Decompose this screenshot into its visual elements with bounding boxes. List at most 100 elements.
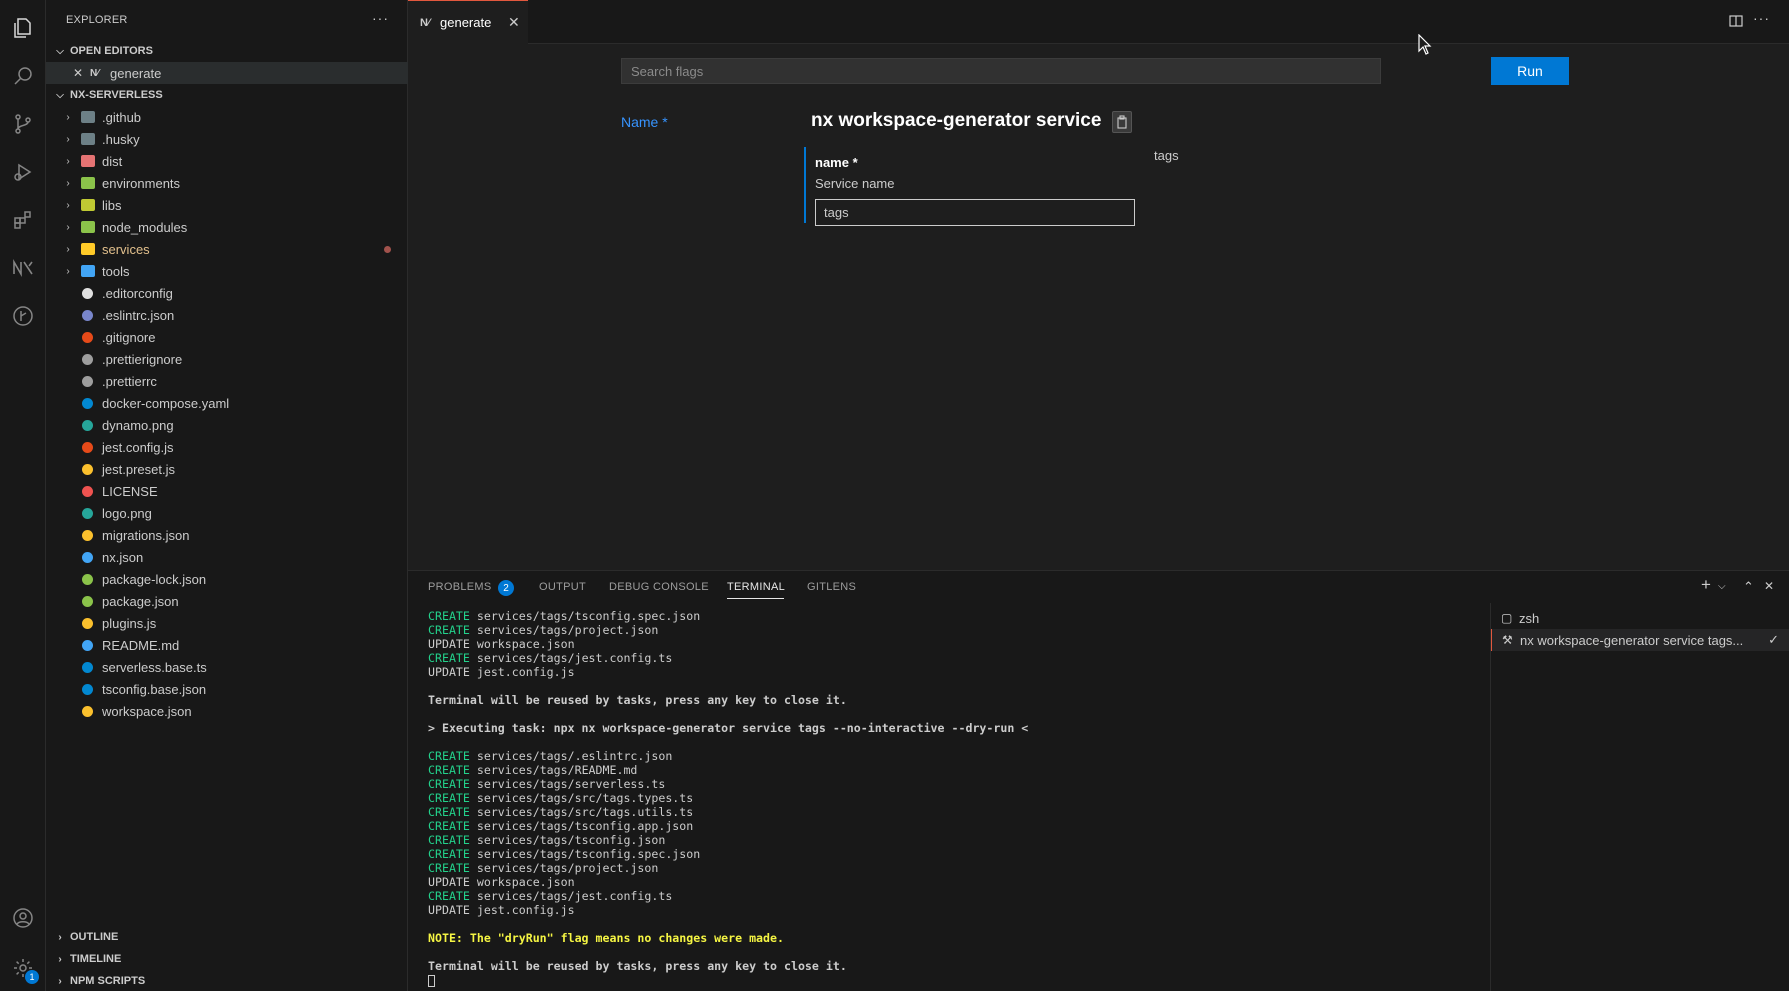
file-item[interactable]: workspace.json bbox=[46, 700, 408, 722]
tab-problems[interactable]: PROBLEMS bbox=[428, 581, 492, 593]
folder-item[interactable]: › tools bbox=[46, 260, 408, 282]
nav-name-link[interactable]: Name * bbox=[621, 114, 668, 130]
folder-item[interactable]: › .github bbox=[46, 106, 408, 128]
file-item[interactable]: .gitignore bbox=[46, 326, 408, 348]
copy-command-icon[interactable] bbox=[1112, 111, 1132, 133]
chevron-down-icon[interactable]: ⌵ bbox=[1718, 581, 1726, 592]
file-label: jest.config.js bbox=[102, 439, 174, 455]
folder-item[interactable]: › environments bbox=[46, 172, 408, 194]
open-editors-section[interactable]: ⌵ OPEN EDITORS bbox=[46, 40, 408, 62]
maximize-panel-icon[interactable]: ⌃ bbox=[1743, 579, 1754, 595]
file-label: dynamo.png bbox=[102, 417, 174, 433]
file-item[interactable]: serverless.base.ts bbox=[46, 656, 408, 678]
tab-debug-console[interactable]: DEBUG CONSOLE bbox=[609, 581, 709, 593]
terminal-item-zsh[interactable]: ▢ zsh bbox=[1491, 607, 1789, 629]
terminal-keyword: CREATE bbox=[428, 777, 470, 791]
extensions-icon[interactable] bbox=[9, 206, 37, 234]
folder-item[interactable]: › .husky bbox=[46, 128, 408, 150]
terminal-text: services/tags/README.md bbox=[469, 763, 638, 777]
terminal-keyword: CREATE bbox=[428, 791, 470, 805]
file-label: package.json bbox=[102, 593, 179, 609]
file-item[interactable]: package-lock.json bbox=[46, 568, 408, 590]
project-section[interactable]: ⌵ NX-SERVERLESS bbox=[46, 84, 408, 106]
folder-icon bbox=[81, 111, 95, 123]
file-item[interactable]: docker-compose.yaml bbox=[46, 392, 408, 414]
npm-scripts-section[interactable]: › NPM SCRIPTS bbox=[46, 970, 408, 991]
more-actions-icon[interactable]: ··· bbox=[1753, 10, 1770, 26]
file-item[interactable]: plugins.js bbox=[46, 612, 408, 634]
terminal-text: services/tags/serverless.ts bbox=[469, 777, 666, 791]
file-item[interactable]: .editorconfig bbox=[46, 282, 408, 304]
file-item[interactable]: README.md bbox=[46, 634, 408, 656]
file-item[interactable]: nx.json bbox=[46, 546, 408, 568]
folder-label: .github bbox=[102, 109, 142, 125]
close-panel-icon[interactable]: ✕ bbox=[1764, 579, 1774, 593]
npm-scripts-label: NPM SCRIPTS bbox=[70, 975, 146, 987]
terminal-text: services/tags/src/tags.utils.ts bbox=[469, 805, 694, 819]
tab-generate[interactable]: N⁄ generate ✕ bbox=[408, 0, 528, 44]
close-icon[interactable]: ✕ bbox=[508, 14, 520, 31]
file-label: .editorconfig bbox=[102, 285, 173, 301]
terminal-output[interactable]: CREATE services/tags/tsconfig.spec.json C… bbox=[428, 609, 1488, 987]
terminal-keyword: CREATE bbox=[428, 819, 470, 833]
gitlens-icon[interactable] bbox=[9, 302, 37, 330]
new-terminal-icon[interactable]: + bbox=[1701, 575, 1711, 595]
files-icon[interactable] bbox=[9, 14, 37, 42]
file-item[interactable]: jest.config.js bbox=[46, 436, 408, 458]
account-icon[interactable] bbox=[9, 904, 37, 932]
folder-item[interactable]: › libs bbox=[46, 194, 408, 216]
nx-icon: N⁄ bbox=[420, 16, 430, 29]
gear-icon[interactable]: 1 bbox=[9, 954, 39, 984]
name-input[interactable]: tags bbox=[815, 199, 1135, 226]
run-button[interactable]: Run bbox=[1491, 57, 1569, 85]
terminal-line: UPDATE jest.config.js bbox=[428, 665, 575, 679]
split-editor-icon[interactable] bbox=[1729, 14, 1743, 31]
terminal-item-task[interactable]: ⚒ nx workspace-generator service tags...… bbox=[1491, 629, 1789, 651]
terminal-text: services/tags/project.json bbox=[469, 861, 659, 875]
nx-console-icon[interactable] bbox=[9, 254, 37, 282]
file-label: .prettierrc bbox=[102, 373, 157, 389]
tab-gitlens[interactable]: GITLENS bbox=[807, 581, 856, 593]
open-editor-item[interactable]: ✕ N⁄ generate bbox=[46, 62, 408, 84]
file-label: .eslintrc.json bbox=[102, 307, 175, 323]
run-debug-icon[interactable] bbox=[9, 158, 37, 186]
timeline-section[interactable]: › TIMELINE bbox=[46, 948, 408, 970]
folder-item[interactable]: › services bbox=[46, 238, 408, 260]
folder-icon bbox=[81, 155, 95, 167]
file-item[interactable]: LICENSE bbox=[46, 480, 408, 502]
file-item[interactable]: migrations.json bbox=[46, 524, 408, 546]
file-item[interactable]: .eslintrc.json bbox=[46, 304, 408, 326]
terminal-prompt[interactable] bbox=[428, 973, 1488, 987]
folder-item[interactable]: › dist bbox=[46, 150, 408, 172]
folder-icon bbox=[81, 221, 95, 233]
explorer-title: EXPLORER bbox=[66, 14, 128, 26]
file-item[interactable]: package.json bbox=[46, 590, 408, 612]
chevron-right-icon: › bbox=[66, 177, 70, 189]
file-item[interactable]: .prettierrc bbox=[46, 370, 408, 392]
file-icon bbox=[82, 662, 93, 673]
more-actions-icon[interactable]: ··· bbox=[372, 10, 389, 26]
tab-output[interactable]: OUTPUT bbox=[539, 581, 586, 593]
folder-label: libs bbox=[102, 197, 122, 213]
file-item[interactable]: .prettierignore bbox=[46, 348, 408, 370]
outline-section[interactable]: › OUTLINE bbox=[46, 926, 408, 948]
search-icon[interactable] bbox=[9, 62, 37, 90]
file-item[interactable]: jest.preset.js bbox=[46, 458, 408, 480]
terminal-line: CREATE services/tags/tsconfig.json bbox=[428, 833, 1488, 847]
source-control-icon[interactable] bbox=[9, 110, 37, 138]
file-item[interactable]: dynamo.png bbox=[46, 414, 408, 436]
close-icon[interactable]: ✕ bbox=[73, 66, 83, 80]
folder-item[interactable]: › node_modules bbox=[46, 216, 408, 238]
open-editors-label: OPEN EDITORS bbox=[70, 45, 153, 57]
file-icon bbox=[82, 640, 93, 651]
file-item[interactable]: logo.png bbox=[46, 502, 408, 524]
file-icon bbox=[82, 706, 93, 717]
terminal-line: CREATE services/tags/tsconfig.spec.json bbox=[428, 847, 1488, 861]
search-flags-input[interactable]: Search flags bbox=[621, 58, 1381, 84]
tab-terminal[interactable]: TERMINAL bbox=[727, 581, 785, 593]
file-item[interactable]: tsconfig.base.json bbox=[46, 678, 408, 700]
folder-label: services bbox=[102, 241, 150, 257]
terminal-text: services/tags/src/tags.types.ts bbox=[469, 791, 694, 805]
explorer-sidebar: EXPLORER ··· ⌵ OPEN EDITORS ✕ N⁄ generat… bbox=[46, 0, 408, 991]
chevron-down-icon: ⌵ bbox=[56, 89, 64, 101]
